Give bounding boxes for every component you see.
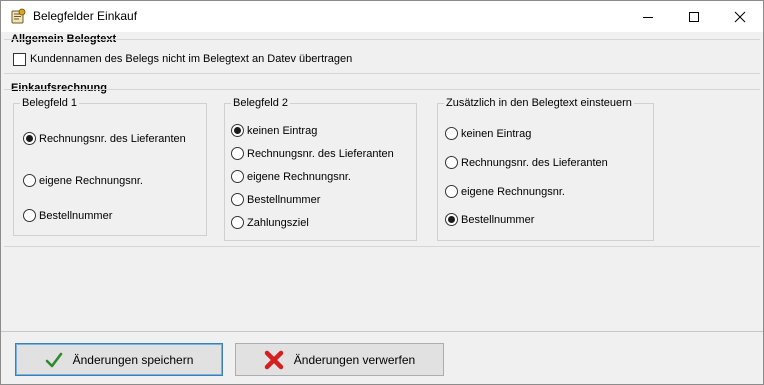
radio-unselected [445,185,458,198]
belegfeld2-label: Belegfeld 2 [231,97,291,110]
maximize-button[interactable] [671,1,717,32]
close-icon [734,11,746,23]
zusaetzlich-option-keinen-eintrag[interactable]: keinen Eintrag [445,127,531,140]
radio-unselected [231,216,244,229]
zusaetzlich-option-rechnungsnr-lieferant[interactable]: Rechnungsnr. des Lieferanten [445,156,608,169]
checkmark-icon [45,351,63,369]
minimize-button[interactable] [625,1,671,32]
belegfeld2-option-rechnungsnr-lieferant[interactable]: Rechnungsnr. des Lieferanten [231,147,394,160]
section-divider [4,246,760,247]
radio-unselected [231,147,244,160]
belegfeld1-label: Belegfeld 1 [20,97,80,110]
belegfeld2-option-keinen-eintrag[interactable]: keinen Eintrag [231,124,317,137]
window-title: Belegfelder Einkauf [33,9,138,23]
close-button[interactable] [717,1,763,32]
radio-unselected [445,156,458,169]
app-icon [10,8,27,25]
dialog-window: Belegfelder Einkauf Allgemein Belegtext … [0,0,764,385]
radio-unselected [23,174,36,187]
radio-selected [231,124,244,137]
section-divider [4,73,760,74]
save-changes-button[interactable]: Änderungen speichern [15,343,223,376]
minimize-icon [643,17,653,18]
zusaetzlich-label: Zusätzlich in den Belegtext einsteuern [444,97,634,110]
section-divider [4,89,760,90]
footer-divider [1,331,763,332]
maximize-icon [689,12,699,22]
belegfeld1-option-eigene-rechnungsnr[interactable]: eigene Rechnungsnr. [23,174,143,187]
red-x-icon [264,350,284,370]
radio-selected [23,132,36,145]
datev-customer-name-checkbox[interactable] [13,53,26,66]
section-divider [4,39,760,40]
datev-customer-name-label: Kundennamen des Belegs nicht im Belegtex… [30,53,353,65]
zusaetzlich-option-eigene-rechnungsnr[interactable]: eigene Rechnungsnr. [445,185,565,198]
belegfeld2-option-bestellnummer[interactable]: Bestellnummer [231,193,320,206]
radio-unselected [23,209,36,222]
belegfeld1-option-rechnungsnr-lieferant[interactable]: Rechnungsnr. des Lieferanten [23,132,186,145]
title-bar: Belegfelder Einkauf [1,1,763,32]
belegfeld2-option-eigene-rechnungsnr[interactable]: eigene Rechnungsnr. [231,170,351,183]
belegfeld1-option-bestellnummer[interactable]: Bestellnummer [23,209,112,222]
radio-unselected [445,127,458,140]
section-heading-einkaufsrechnung: Einkaufsrechnung [11,82,107,94]
radio-selected [445,213,458,226]
zusaetzlich-option-bestellnummer[interactable]: Bestellnummer [445,213,534,226]
belegfeld2-option-zahlungsziel[interactable]: Zahlungsziel [231,216,309,229]
radio-unselected [231,170,244,183]
radio-unselected [231,193,244,206]
discard-changes-button[interactable]: Änderungen verwerfen [235,343,444,376]
